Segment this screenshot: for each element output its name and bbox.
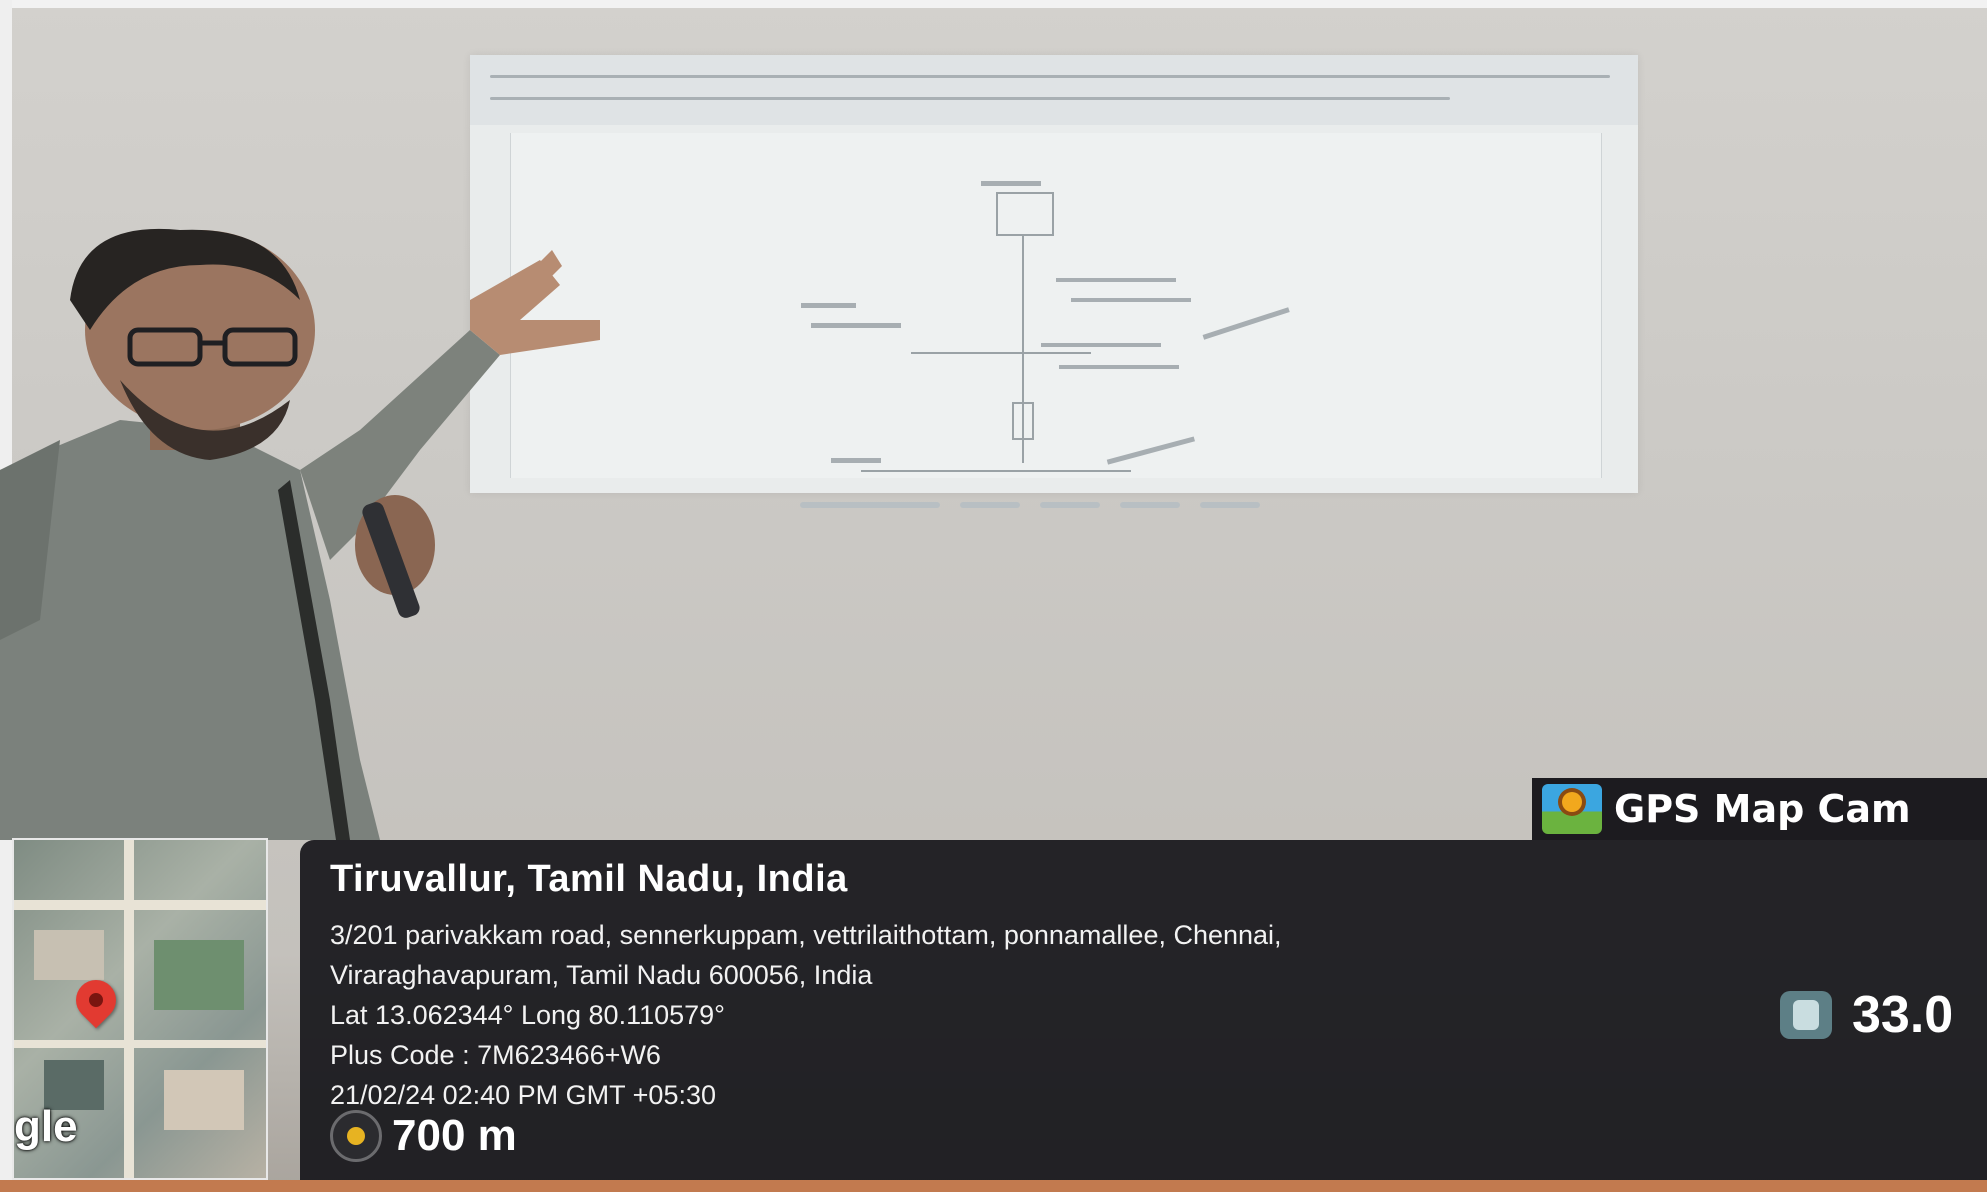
address-line-1: 3/201 parivakkam road, sennerkuppam, vet… — [330, 920, 1282, 950]
map-brand-text: gle — [14, 1102, 78, 1151]
app-name: GPS Map Cam — [1614, 787, 1911, 831]
temperature-row: 33.0 — [1780, 985, 1953, 1045]
distance-value: 700 m — [392, 1111, 517, 1160]
bottom-edge — [0, 1180, 1987, 1192]
location-title: Tiruvallur, Tamil Nadu, India — [330, 858, 848, 900]
distance-row: 700 m — [330, 1110, 517, 1162]
gps-map-cam-logo-icon — [1542, 784, 1602, 834]
lat-long: Lat 13.062344° Long 80.110579° — [330, 1000, 725, 1030]
plus-code: Plus Code : 7M623466+W6 — [330, 1040, 661, 1070]
address-line-2: Viraraghavapuram, Tamil Nadu 600056, Ind… — [330, 960, 873, 990]
slide-status-bar — [800, 500, 1300, 510]
thermometer-icon — [1780, 991, 1832, 1039]
temperature-value: 33.0 — [1852, 986, 1954, 1044]
mini-map-thumbnail: gle — [12, 838, 268, 1180]
datetime-stamp: 21/02/24 02:40 PM GMT +05:30 — [330, 1080, 717, 1110]
gps-info-card: Tiruvallur, Tamil Nadu, India 3/201 pari… — [300, 840, 1987, 1180]
compass-dot-icon — [330, 1110, 382, 1162]
gps-map-cam-brand: GPS Map Cam — [1532, 778, 1987, 840]
